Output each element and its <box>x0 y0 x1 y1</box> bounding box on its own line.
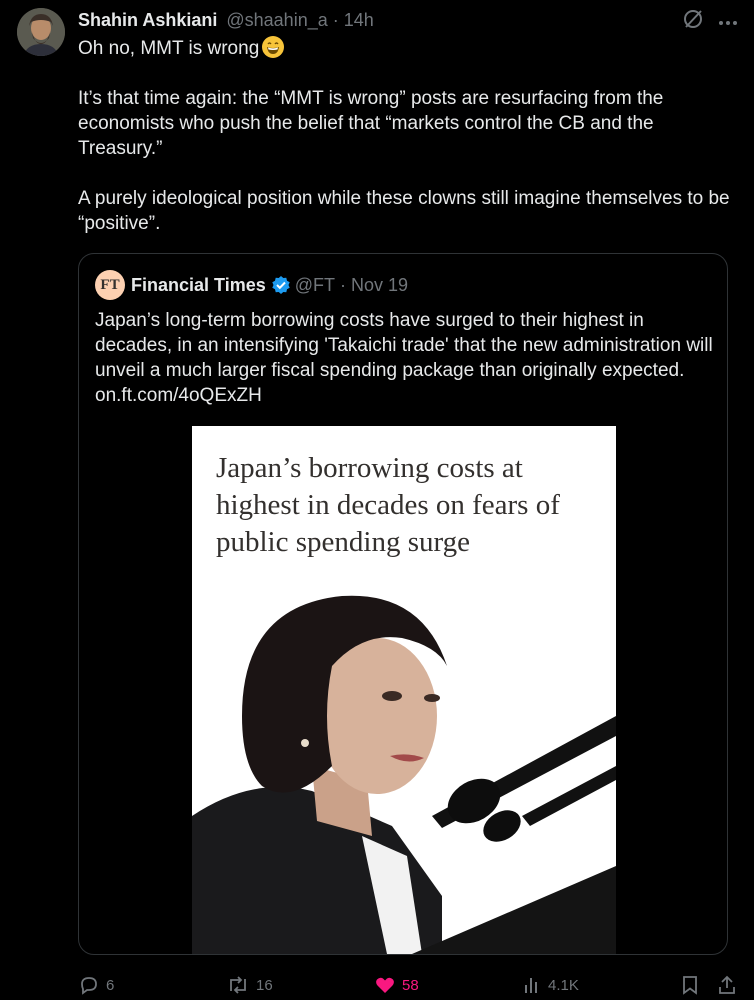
time-separator: · <box>332 10 339 30</box>
reply-count: 6 <box>106 976 115 994</box>
views-count: 4.1K <box>548 976 579 994</box>
author-name[interactable]: Shahin Ashkiani <box>78 10 217 30</box>
share-group <box>680 974 738 996</box>
quoted-author-handle[interactable]: @FT <box>295 275 335 296</box>
bookmark-icon[interactable] <box>680 974 700 996</box>
repost-button[interactable]: 16 <box>226 974 374 996</box>
like-count: 58 <box>402 976 419 994</box>
quoted-post[interactable]: FT Financial Times @FT · Nov 19 Japan’s … <box>78 253 728 955</box>
quoted-date[interactable]: Nov 19 <box>351 275 408 296</box>
top-icons <box>682 8 738 35</box>
verified-badge-icon <box>271 275 291 295</box>
share-icon[interactable] <box>716 974 738 996</box>
grinning-face-emoji-icon <box>262 36 285 58</box>
quoted-author-name[interactable]: Financial Times <box>131 275 266 296</box>
action-bar: 6 16 58 4.1K <box>78 972 738 998</box>
user-avatar[interactable] <box>17 8 65 56</box>
ft-logo-avatar[interactable]: FT <box>95 270 125 300</box>
reply-icon <box>78 974 100 996</box>
like-button[interactable]: 58 <box>374 974 522 996</box>
quoted-header: FT Financial Times @FT · Nov 19 <box>95 270 408 300</box>
reply-button[interactable]: 6 <box>78 974 226 996</box>
post-time[interactable]: 14h <box>344 10 374 30</box>
post-paragraph-1: It’s that time again: the “MMT is wrong”… <box>78 88 664 159</box>
post-text: Oh no, MMT is wrong It’s that time again… <box>78 36 738 236</box>
quoted-image[interactable]: Japan’s borrowing costs at highest in de… <box>192 426 616 954</box>
quoted-text: Japan’s long-term borrowing costs have s… <box>95 310 713 406</box>
repost-count: 16 <box>256 976 273 994</box>
views-button[interactable]: 4.1K <box>522 975 670 995</box>
post-header: Shahin Ashkiani @shaahin_a · 14h <box>78 8 738 32</box>
views-icon <box>522 975 542 995</box>
image-headline: Japan’s borrowing costs at highest in de… <box>216 452 560 558</box>
quoted-separator: · <box>339 274 346 295</box>
heart-icon <box>374 974 396 996</box>
post-paragraph-2: A purely ideological position while thes… <box>78 188 730 234</box>
repost-icon <box>226 974 250 996</box>
speaker-photo <box>192 566 616 954</box>
grok-icon[interactable] <box>682 8 704 35</box>
more-options-icon[interactable] <box>718 13 738 31</box>
author-handle[interactable]: @shaahin_a <box>226 10 327 30</box>
post-first-line: Oh no, MMT is wrong <box>78 38 260 59</box>
